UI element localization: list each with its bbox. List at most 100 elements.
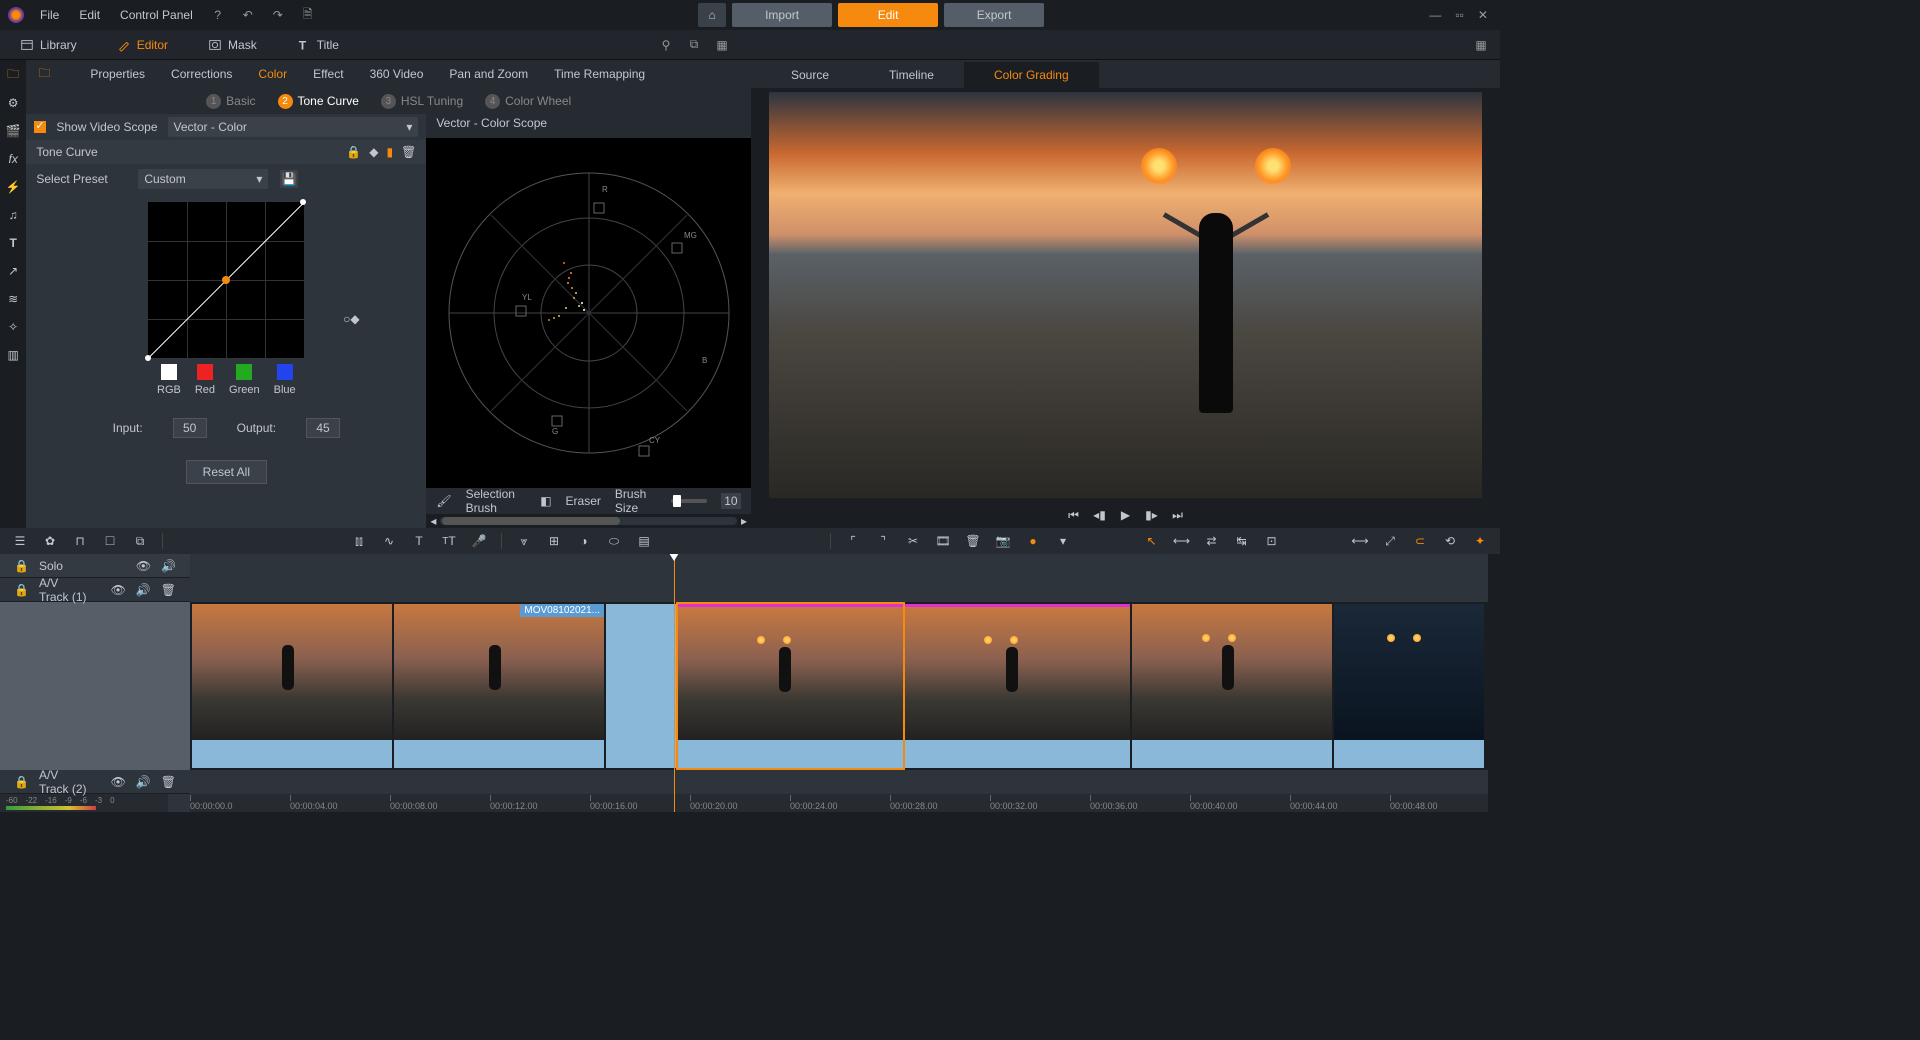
tl-film-icon[interactable]: 🎞	[935, 533, 951, 549]
subtab-color-wheel[interactable]: 4Color Wheel	[485, 94, 571, 109]
redo-icon[interactable]: ↷	[269, 6, 287, 24]
preset-dropdown[interactable]: Custom▾	[138, 169, 268, 189]
clip-6[interactable]	[1334, 604, 1484, 768]
window-minimize-icon[interactable]: —	[1425, 8, 1445, 22]
tl-zoom-icon[interactable]: ⤢	[1382, 533, 1398, 549]
tl-wave-icon[interactable]: ∿	[381, 533, 397, 549]
tool-music-icon[interactable]: ♫	[4, 206, 22, 224]
clip-5[interactable]	[1132, 604, 1332, 768]
reset-all-button[interactable]: Reset All	[186, 460, 267, 484]
ptab-properties[interactable]: Properties	[90, 63, 145, 85]
tl-trash-icon[interactable]: 🗑	[965, 533, 981, 549]
undo-icon[interactable]: ↶	[239, 6, 257, 24]
tl-spark-icon[interactable]: ✦	[1472, 533, 1488, 549]
preview-tab-timeline[interactable]: Timeline	[859, 62, 964, 88]
go-start-icon[interactable]: ⏮	[1066, 507, 1082, 523]
tool-layers-icon[interactable]: ≋	[4, 290, 22, 308]
tool-piano-icon[interactable]: ▥	[4, 346, 22, 364]
enable-icon[interactable]: ▮	[387, 145, 394, 159]
clip-4[interactable]	[905, 604, 1130, 768]
curve-tool-icon[interactable]: ○◆	[343, 312, 359, 326]
tl-link-icon[interactable]: ⬭	[606, 533, 622, 549]
tl-menu-icon[interactable]: ☰	[12, 533, 28, 549]
play-icon[interactable]: ▶	[1118, 507, 1134, 523]
tl-roll-icon[interactable]: ⇄	[1204, 533, 1220, 549]
brush-size-slider[interactable]	[671, 499, 707, 503]
channel-blue[interactable]: Blue	[274, 364, 296, 396]
subtab-basic[interactable]: 1Basic	[206, 94, 255, 109]
bin-icon[interactable]: 🗀	[38, 64, 64, 85]
tab-library[interactable]: Library	[20, 34, 77, 56]
home-button[interactable]: ⌂	[698, 3, 726, 27]
trash-icon[interactable]: 🗑	[161, 583, 176, 597]
eye-icon[interactable]: 👁	[136, 559, 151, 573]
save-preset-icon[interactable]: 💾	[280, 170, 298, 188]
speaker-icon[interactable]: 🔊	[136, 775, 151, 789]
channel-green[interactable]: Green	[229, 364, 260, 396]
tl-fit-icon[interactable]: ⟷	[1352, 533, 1368, 549]
lock-icon[interactable]: 🔒	[14, 559, 29, 573]
ptab-corrections[interactable]: Corrections	[171, 63, 232, 85]
tool-bin-icon[interactable]: 🗀	[4, 66, 22, 84]
ptab-color[interactable]: Color	[258, 63, 287, 85]
speaker-icon[interactable]: 🔊	[136, 583, 151, 597]
horizontal-scrollbar[interactable]: ◂▸	[426, 514, 751, 528]
ptab-effect[interactable]: Effect	[313, 63, 343, 85]
tl-slide-icon[interactable]: ⊡	[1264, 533, 1280, 549]
lock-icon[interactable]: 🔒	[14, 583, 29, 597]
tool-wand-icon[interactable]: ✧	[4, 318, 22, 336]
tool-fx-icon[interactable]: fx	[4, 150, 22, 168]
subtab-hsl[interactable]: 3HSL Tuning	[381, 94, 463, 109]
tl-slip-icon[interactable]: ↹	[1234, 533, 1250, 549]
ptab-timeremap[interactable]: Time Remapping	[554, 63, 645, 85]
tl-mic-icon[interactable]: 🎤	[471, 533, 487, 549]
selection-brush-button[interactable]: Selection Brush	[466, 487, 527, 515]
clip-3[interactable]	[678, 604, 903, 768]
scope-mode-dropdown[interactable]: Vector - Color▾	[168, 117, 419, 137]
eye-icon[interactable]: 👁	[111, 775, 126, 789]
clip-2[interactable]: MOV08102021...	[394, 604, 604, 768]
eye-icon[interactable]: 👁	[111, 583, 126, 597]
track-2-header[interactable]: 🔒 A/V Track (2) 👁 🔊 🗑	[0, 770, 190, 794]
trash-icon[interactable]: 🗑	[161, 775, 176, 789]
ptab-panzoom[interactable]: Pan and Zoom	[449, 63, 528, 85]
import-button[interactable]: Import	[732, 3, 832, 27]
lock-icon[interactable]: 🔒	[346, 145, 361, 159]
grid-icon[interactable]: ▦	[1472, 36, 1490, 54]
tl-ripple-icon[interactable]: ⟷	[1174, 533, 1190, 549]
tl-grid-icon[interactable]: ⊞	[546, 533, 562, 549]
tl-gear-icon[interactable]: ✿	[42, 533, 58, 549]
go-end-icon[interactable]: ⏭	[1170, 507, 1186, 523]
step-forward-icon[interactable]: ▮▸	[1144, 507, 1160, 523]
help-icon[interactable]: ?	[209, 6, 227, 24]
link-icon[interactable]: ⚲	[657, 36, 675, 54]
document-icon[interactable]: 🗎	[299, 6, 317, 24]
channel-rgb[interactable]: RGB	[157, 364, 181, 396]
tool-clapper-icon[interactable]: 🎬	[4, 122, 22, 140]
grid-icon[interactable]: ▦	[713, 36, 731, 54]
playhead[interactable]	[674, 554, 675, 812]
subtab-tone-curve[interactable]: 2Tone Curve	[278, 94, 359, 109]
speaker-icon[interactable]: 🔊	[161, 559, 176, 573]
tl-magnet2-icon[interactable]: ⊂	[1412, 533, 1428, 549]
tool-text-icon[interactable]: T	[4, 234, 22, 252]
tab-title[interactable]: T Title	[297, 34, 339, 56]
tool-gear-icon[interactable]: ⚙	[4, 94, 22, 112]
popout-icon[interactable]: ⧉	[685, 36, 703, 54]
tl-markin-icon[interactable]: ⌜	[845, 533, 861, 549]
tl-snap-icon[interactable]: 🞎	[102, 533, 118, 549]
preview-tab-color-grading[interactable]: Color Grading	[964, 62, 1099, 88]
tone-curve-graph[interactable]	[148, 202, 304, 358]
tl-layers2-icon[interactable]: ▤	[636, 533, 652, 549]
track-1-header[interactable]: 🔒 A/V Track (1) 👁 🔊 🗑	[0, 578, 190, 602]
window-close-icon[interactable]: ✕	[1474, 8, 1492, 22]
tl-meter-icon[interactable]: ⫾⫾	[351, 533, 367, 549]
tool-bolt-icon[interactable]: ⚡	[4, 178, 22, 196]
menu-file[interactable]: File	[36, 6, 63, 24]
tl-sync-icon[interactable]: ⟲	[1442, 533, 1458, 549]
channel-red[interactable]: Red	[195, 364, 215, 396]
tl-arrow-icon[interactable]: ↖	[1144, 533, 1160, 549]
tl-text-icon[interactable]: T	[411, 533, 427, 549]
tl-dropdown-icon[interactable]: ▾	[1055, 533, 1071, 549]
tl-scissors-icon[interactable]: ✂	[905, 533, 921, 549]
